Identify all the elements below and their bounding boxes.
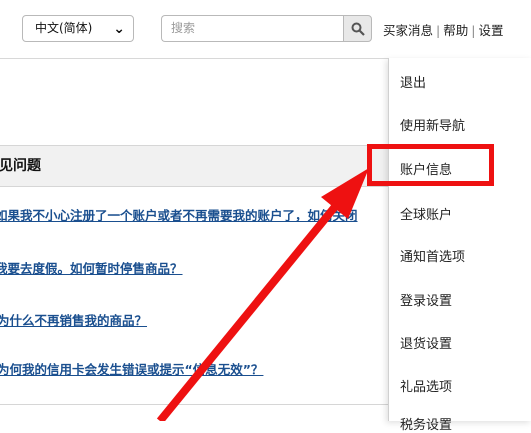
red-arrow-annotation <box>156 168 369 421</box>
